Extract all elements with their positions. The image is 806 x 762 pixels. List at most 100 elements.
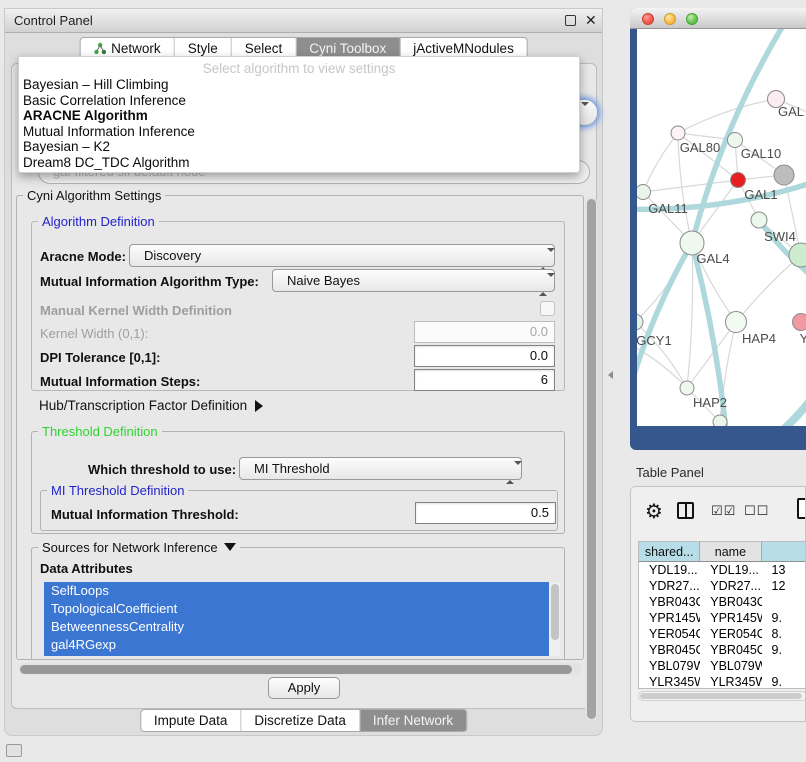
- collapsed-panel-icon[interactable]: [6, 744, 22, 757]
- table-horizontal-scrollbar[interactable]: [638, 691, 806, 701]
- dpi-tolerance-field[interactable]: 0.0: [414, 345, 555, 367]
- apply-button[interactable]: Apply: [268, 677, 340, 699]
- table-cell: 8.: [762, 626, 806, 642]
- table-row[interactable]: YDL19...YDL19...13: [639, 562, 806, 578]
- algorithm-option[interactable]: Dream8 DC_TDC Algorithm: [19, 155, 579, 171]
- network-node-gal1[interactable]: [731, 173, 746, 188]
- float-window-icon[interactable]: [565, 15, 576, 26]
- table-cell: YLR345W: [700, 674, 761, 689]
- close-traffic-light-icon[interactable]: [642, 13, 654, 25]
- data-attributes-label: Data Attributes: [40, 561, 133, 576]
- tab-infer-network[interactable]: Infer Network: [360, 710, 466, 731]
- tab-impute-data[interactable]: Impute Data: [141, 710, 242, 731]
- table-row[interactable]: YLR345WYLR345W9.: [639, 674, 806, 689]
- sources-title[interactable]: Sources for Network Inference: [38, 540, 240, 555]
- gear-icon[interactable]: ⚙: [645, 499, 663, 524]
- table-cell: YBR043C: [639, 594, 700, 610]
- network-window-titlebar[interactable]: [630, 8, 806, 29]
- attribute-item[interactable]: BetweennessCentrality: [44, 618, 560, 636]
- table-cell: YPR145W: [700, 610, 761, 626]
- mi-steps-label: Mutual Information Steps:: [40, 374, 200, 389]
- algorithm-option[interactable]: Basic Correlation Inference: [19, 93, 579, 109]
- network-edge-thick[interactable]: [762, 384, 806, 426]
- close-icon[interactable]: ✕: [585, 12, 597, 29]
- stepper-arrows-icon: [506, 462, 514, 483]
- mi-threshold-title: MI Threshold Definition: [47, 483, 188, 498]
- table-row[interactable]: YBR043CYBR043C: [639, 594, 806, 610]
- network-node-salmon[interactable]: [793, 314, 806, 331]
- table-row[interactable]: YER054CYER054C8.: [639, 626, 806, 642]
- document-icon[interactable]: [797, 498, 806, 519]
- network-node-botGreen[interactable]: [713, 415, 727, 426]
- panel-splitter[interactable]: [608, 371, 613, 379]
- algorithm-option[interactable]: Bayesian – K2: [19, 139, 579, 155]
- table-panel-title: Table Panel: [636, 465, 704, 480]
- algorithm-option[interactable]: ARACNE Algorithm: [19, 108, 579, 124]
- table-row[interactable]: YDR27...YDR27...12: [639, 578, 806, 594]
- node-label-salmon: Y: [800, 331, 806, 346]
- table-row[interactable]: YBR045CYBR045C9.: [639, 642, 806, 658]
- hub-definition-expander[interactable]: Hub/Transcription Factor Definition: [39, 398, 263, 413]
- unchecked-checkboxes-icon[interactable]: ☐☐: [744, 503, 769, 519]
- node-label-gal1: GAL1: [744, 187, 777, 202]
- network-node-hap2[interactable]: [680, 381, 694, 395]
- algorithm-option[interactable]: Bayesian – Hill Climbing: [19, 77, 579, 93]
- table-panel-window: ⚙ ☑☑ ☐☐ shared...name YDL19...YDL19...13…: [630, 486, 806, 722]
- network-canvas[interactable]: GALGAL80GAL10GAL1GAL11SWI4GAL4GCY1HAP4YH…: [637, 29, 806, 426]
- settings-horizontal-scrollbar[interactable]: [18, 663, 582, 675]
- attribute-item[interactable]: TopologicalCoefficient: [44, 600, 560, 618]
- table-header-row: shared...name: [639, 542, 806, 562]
- node-label-gal10: GAL10: [741, 146, 781, 161]
- sources-group: Sources for Network Inference Data Attri…: [31, 547, 565, 660]
- table-cell: 9.: [762, 610, 806, 626]
- mi-steps-field[interactable]: 6: [414, 369, 555, 391]
- network-edge[interactable]: [643, 180, 738, 192]
- network-edge[interactable]: [678, 99, 776, 133]
- tab-label: jActiveMNodules: [413, 41, 514, 56]
- stepper-arrows-icon: [539, 274, 547, 295]
- sources-title-text: Sources for Network Inference: [42, 540, 218, 555]
- table-row[interactable]: YBL079WYBL079W: [639, 658, 806, 674]
- aracne-mode-combobox[interactable]: Discovery: [129, 244, 555, 267]
- network-view-window: GALGAL80GAL10GAL1GAL11SWI4GAL4GCY1HAP4YH…: [630, 8, 806, 450]
- table-cell: YER054C: [639, 626, 700, 642]
- kernel-width-field[interactable]: 0.0: [414, 321, 555, 343]
- node-table[interactable]: shared...name YDL19...YDL19...13YDR27...…: [638, 541, 806, 689]
- network-node-gcy1[interactable]: [637, 314, 643, 330]
- table-cell: YBR043C: [700, 594, 761, 610]
- settings-vertical-scrollbar[interactable]: [585, 197, 597, 721]
- attribute-item[interactable]: SelfLoops: [44, 582, 560, 600]
- mi-threshold-field[interactable]: 0.5: [415, 502, 556, 524]
- column-header[interactable]: [762, 542, 806, 561]
- tab-discretize-data[interactable]: Discretize Data: [241, 710, 360, 731]
- network-node-swi4[interactable]: [751, 212, 767, 228]
- zoom-traffic-light-icon[interactable]: [686, 13, 698, 25]
- network-node-gal11[interactable]: [637, 185, 651, 200]
- network-node-gal80[interactable]: [671, 126, 685, 140]
- aracne-mode-value: Discovery: [144, 248, 201, 263]
- manual-kernel-checkbox[interactable]: [540, 301, 555, 316]
- checked-checkboxes-icon[interactable]: ☑☑: [711, 503, 736, 519]
- network-node-gray1[interactable]: [774, 165, 794, 185]
- network-edge[interactable]: [736, 255, 801, 322]
- column-split-icon[interactable]: [677, 502, 694, 519]
- mi-type-combobox[interactable]: Naive Bayes: [272, 269, 555, 292]
- control-panel-titlebar[interactable]: Control Panel ✕: [5, 9, 602, 33]
- algorithm-option[interactable]: Mutual Information Inference: [19, 124, 579, 140]
- network-edge[interactable]: [637, 322, 687, 388]
- attributes-list-scrollbar[interactable]: [549, 582, 560, 656]
- table-row[interactable]: YPR145WYPR145W9.: [639, 610, 806, 626]
- which-threshold-label: Which threshold to use:: [88, 462, 236, 477]
- network-edge[interactable]: [643, 133, 678, 192]
- node-label-gal4: GAL4: [696, 251, 729, 266]
- tab-label: Style: [188, 41, 218, 56]
- which-threshold-combobox[interactable]: MI Threshold: [239, 457, 522, 480]
- minimize-traffic-light-icon[interactable]: [664, 13, 676, 25]
- network-edge[interactable]: [687, 243, 693, 388]
- threshold-definition-title: Threshold Definition: [38, 424, 162, 439]
- attribute-item[interactable]: gal4RGexp: [44, 636, 560, 654]
- column-header[interactable]: shared...: [639, 542, 700, 561]
- data-attributes-list[interactable]: SelfLoopsTopologicalCoefficientBetweenne…: [44, 582, 560, 656]
- column-header[interactable]: name: [700, 542, 761, 561]
- network-node-hap4[interactable]: [726, 312, 747, 333]
